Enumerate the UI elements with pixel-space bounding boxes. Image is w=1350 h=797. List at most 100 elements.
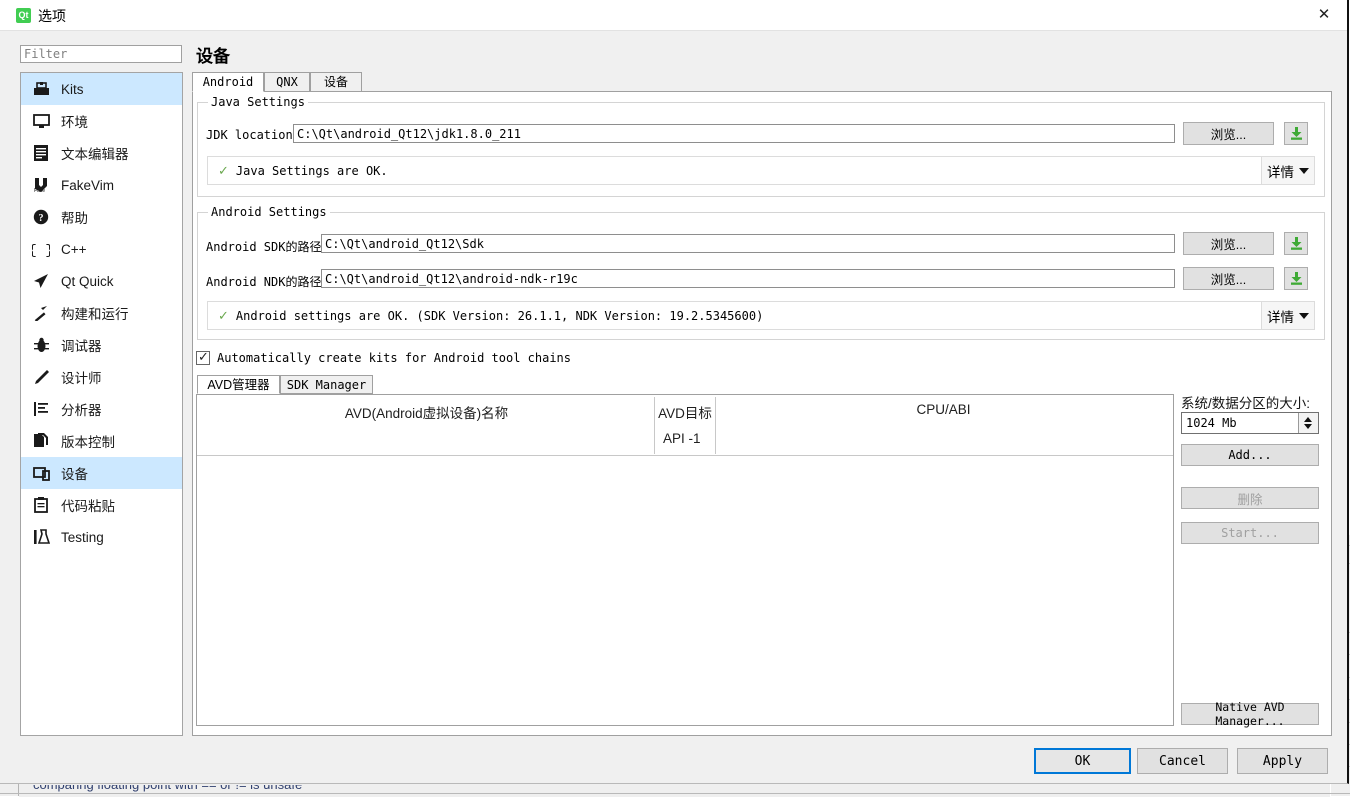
android-status-text: Android settings are OK. (SDK Version: 2… — [235, 308, 764, 323]
sidebar-item-label: FakeVim — [61, 177, 115, 193]
sidebar-item-text-editor[interactable]: 文本编辑器 — [21, 137, 182, 169]
text-editor-icon — [30, 143, 52, 163]
sidebar-item-build-run[interactable]: 构建和运行 — [21, 297, 182, 329]
avd-col-target[interactable]: AVD目标 API -1 — [655, 395, 715, 455]
sidebar-item-label: Qt Quick — [61, 273, 114, 289]
sidebar-item-cpp[interactable]: { } C++ — [21, 233, 182, 265]
tab-avd-manager[interactable]: AVD管理器 — [197, 375, 280, 394]
sidebar-item-label: 版本控制 — [61, 435, 115, 450]
apply-button[interactable]: Apply — [1237, 748, 1328, 774]
sidebar-item-label: 设计师 — [61, 371, 102, 386]
sidebar-item-kits[interactable]: Kits — [21, 73, 182, 105]
auto-create-kits-label: Automatically create kits for Android to… — [217, 351, 572, 365]
auto-create-kits-checkbox[interactable]: Automatically create kits for Android to… — [196, 349, 572, 365]
dialog-titlebar: Qt 选项 ✕ — [0, 0, 1347, 30]
kits-icon — [30, 79, 52, 99]
checkbox-box[interactable] — [196, 349, 210, 365]
android-sdk-input[interactable] — [321, 234, 1175, 253]
add-avd-button[interactable]: Add... — [1181, 444, 1319, 466]
titlebar-divider — [0, 30, 1347, 31]
avd-col-cpuabi-label: CPU/ABI — [916, 402, 971, 417]
sidebar-item-designer[interactable]: 设计师 — [21, 361, 182, 393]
sidebar-item-analyzer[interactable]: 分析器 — [21, 393, 182, 425]
dialog-title: 选项 — [38, 8, 66, 24]
native-avd-manager-button[interactable]: Native AVD Manager... — [1181, 700, 1319, 728]
android-settings-title: Android Settings — [208, 205, 330, 219]
sidebar-item-label: Testing — [61, 529, 104, 545]
sidebar-item-label: 构建和运行 — [61, 307, 129, 322]
ndk-browse-button[interactable]: 浏览... — [1183, 267, 1274, 290]
sidebar-item-label: 环境 — [61, 115, 88, 130]
spinner-down-icon[interactable] — [1304, 424, 1312, 429]
partition-size-value: 1024 Mb — [1186, 416, 1237, 430]
avd-tabstrip[interactable]: AVD管理器 SDK Manager — [197, 375, 1177, 394]
options-sidebar[interactable]: Kits 环境 文本编辑器 Fake FakeVim ? 帮助 C++ Qt Q… — [20, 72, 183, 736]
avd-col-name[interactable]: AVD(Android虚拟设备)名称 — [199, 395, 654, 455]
sidebar-item-label: C++ — [61, 241, 87, 257]
braces-icon: { } — [30, 239, 52, 259]
download-icon — [1290, 237, 1302, 250]
tab-qnx[interactable]: QNX — [264, 72, 310, 92]
spinner-buttons[interactable] — [1298, 413, 1318, 433]
java-status-bar: ✓ Java Settings are OK. 详情 — [207, 156, 1315, 185]
qt-logo-icon: Qt — [16, 8, 31, 23]
avd-table-body — [198, 456, 200, 725]
sidebar-item-help[interactable]: ? 帮助 — [21, 201, 182, 233]
sidebar-item-version-control[interactable]: 版本控制 — [21, 425, 182, 457]
sdk-download-button[interactable] — [1284, 232, 1308, 255]
filter-input[interactable] — [20, 45, 182, 63]
sdk-browse-button[interactable]: 浏览... — [1183, 232, 1274, 255]
svg-text:Fake: Fake — [34, 188, 45, 193]
delete-avd-button: 删除 — [1181, 487, 1319, 509]
sidebar-item-debugger[interactable]: 调试器 — [21, 329, 182, 361]
tab-devices[interactable]: 设备 — [310, 72, 362, 92]
jdk-download-button[interactable] — [1284, 122, 1308, 145]
java-settings-title: Java Settings — [208, 95, 308, 109]
tab-android[interactable]: Android — [192, 72, 264, 92]
chevron-down-icon — [1299, 312, 1309, 319]
download-icon — [1290, 127, 1302, 140]
android-details-label: 详情 — [1267, 309, 1294, 325]
check-icon: ✓ — [218, 308, 229, 323]
partition-size-stepper[interactable]: 1024 Mb — [1181, 412, 1319, 434]
sidebar-item-label: Kits — [61, 81, 84, 97]
android-details-button[interactable]: 详情 — [1261, 302, 1314, 329]
cancel-button[interactable]: Cancel — [1137, 748, 1228, 774]
partition-size-label: 系统/数据分区的大小: — [1181, 396, 1311, 411]
jdk-location-input[interactable] — [293, 124, 1175, 143]
sidebar-item-environment[interactable]: 环境 — [21, 105, 182, 137]
tab-sdk-manager[interactable]: SDK Manager — [280, 375, 373, 394]
analyzer-icon — [30, 399, 52, 419]
device-tabstrip[interactable]: Android QNX 设备 — [192, 72, 1332, 92]
sidebar-item-testing[interactable]: Testing — [21, 521, 182, 553]
chevron-down-icon — [1299, 167, 1309, 174]
sidebar-item-qt-quick[interactable]: Qt Quick — [21, 265, 182, 297]
sidebar-item-label: 分析器 — [61, 403, 102, 418]
download-icon — [1290, 272, 1302, 285]
avd-col-name-label: AVD(Android虚拟设备)名称 — [344, 406, 509, 421]
avd-table[interactable]: AVD(Android虚拟设备)名称 AVD目标 API -1 CPU/ABI — [196, 394, 1174, 726]
sidebar-item-label: 文本编辑器 — [61, 147, 129, 162]
monitor-icon — [30, 111, 52, 131]
sidebar-item-fakevim[interactable]: Fake FakeVim — [21, 169, 182, 201]
java-details-button[interactable]: 详情 — [1261, 157, 1314, 184]
avd-col-cpuabi[interactable]: CPU/ABI — [716, 395, 1171, 455]
hammer-icon — [30, 303, 52, 323]
spinner-up-icon[interactable] — [1304, 417, 1312, 422]
ok-button[interactable]: OK — [1034, 748, 1131, 774]
sidebar-item-code-pasting[interactable]: 代码粘贴 — [21, 489, 182, 521]
sidebar-item-label: 调试器 — [61, 339, 102, 354]
start-avd-button: Start... — [1181, 522, 1319, 544]
avd-col-target-label: AVD目标 — [658, 406, 712, 421]
avd-side-panel: 系统/数据分区的大小: 1024 Mb Add... 删除 Start... N… — [1180, 392, 1320, 728]
paper-plane-icon — [30, 271, 52, 291]
device-icon — [30, 463, 52, 483]
jdk-browse-button[interactable]: 浏览... — [1183, 122, 1274, 145]
jdk-location-label: JDK location: — [206, 128, 300, 142]
clipboard-icon — [30, 495, 52, 515]
sidebar-item-devices[interactable]: 设备 — [21, 457, 182, 489]
bug-icon — [30, 335, 52, 355]
close-icon[interactable]: ✕ — [1301, 0, 1347, 30]
ndk-download-button[interactable] — [1284, 267, 1308, 290]
android-ndk-input[interactable] — [321, 269, 1175, 288]
